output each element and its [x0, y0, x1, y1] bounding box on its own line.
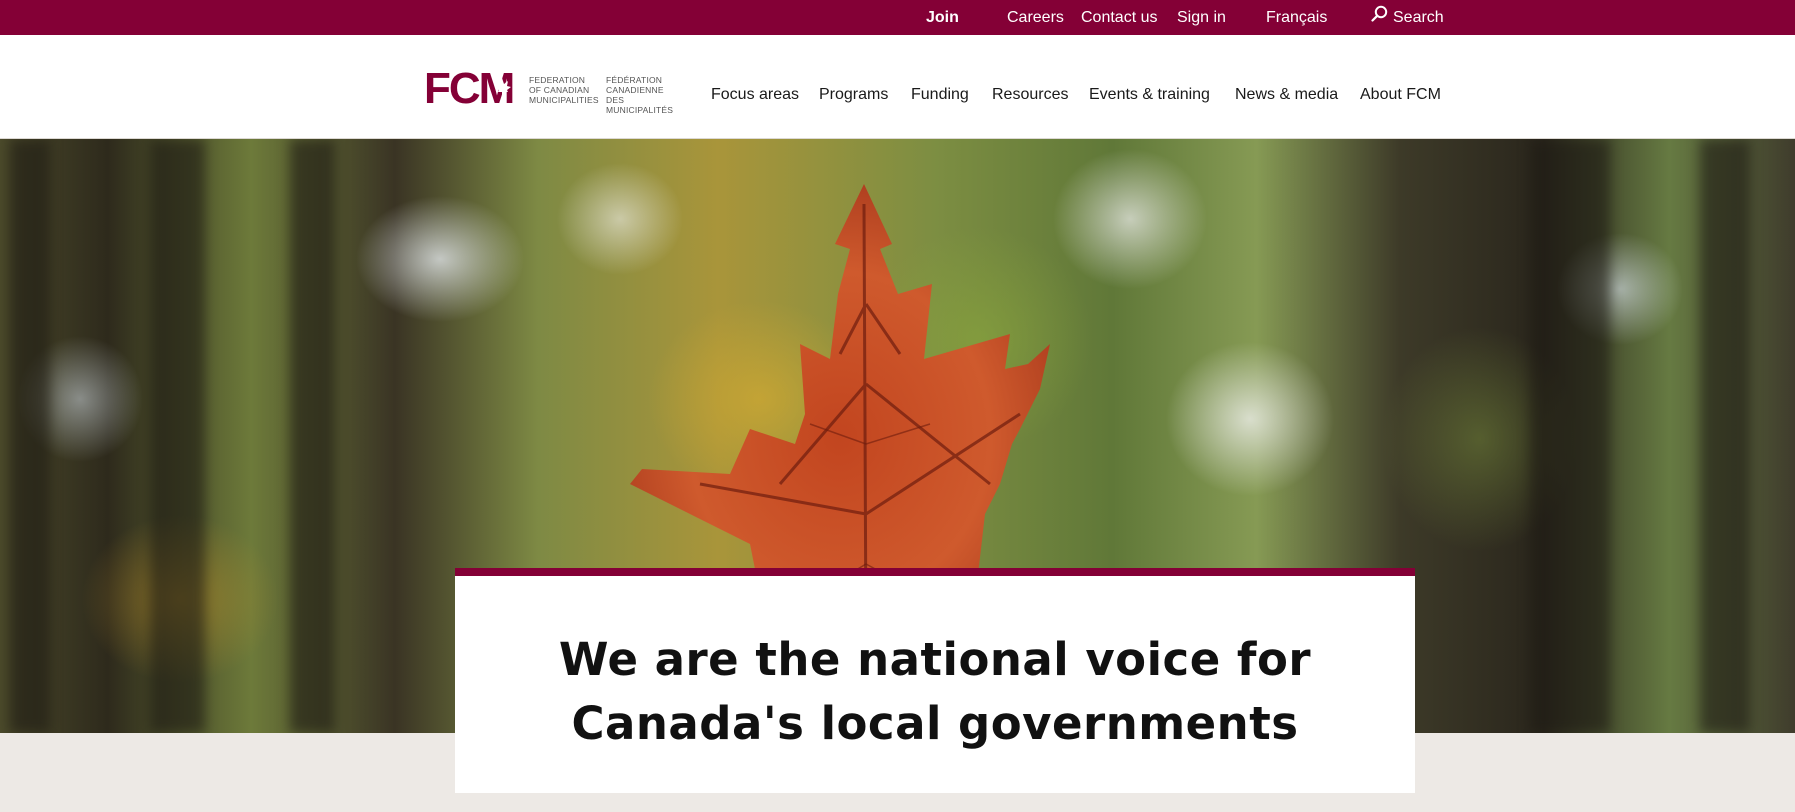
tree-trunk	[290, 139, 335, 733]
sign-in-link[interactable]: Sign in	[1177, 0, 1226, 35]
language-toggle-link[interactable]: Français	[1266, 0, 1327, 35]
tree-trunk	[10, 139, 50, 733]
search-label: Search	[1393, 9, 1444, 26]
nav-item-about-fcm[interactable]: About FCM	[1360, 85, 1441, 105]
hero-headline-line-1: We are the national voice for	[558, 633, 1312, 686]
fcm-logo-mark: FCM	[424, 66, 515, 108]
nav-item-resources[interactable]: Resources	[992, 85, 1068, 105]
tree-trunk	[1530, 139, 1610, 733]
logo-text-english: FEDERATION OF CANADIAN MUNICIPALITIES	[529, 75, 599, 105]
nav-item-news-media[interactable]: News & media	[1235, 85, 1338, 105]
contact-us-link[interactable]: Contact us	[1081, 0, 1157, 35]
nav-item-programs[interactable]: Programs	[819, 85, 888, 105]
hero-headline-card: We are the national voice for Canada's l…	[455, 568, 1415, 793]
hero-headline: We are the national voice for Canada's l…	[455, 628, 1415, 756]
search-button[interactable]: Search	[1371, 0, 1444, 35]
hero-headline-line-2: Canada's local governments	[571, 697, 1299, 750]
nav-item-events-training[interactable]: Events & training	[1089, 85, 1210, 105]
site-header: FCM FEDERATION OF CANADIAN MUNICIPALITIE…	[0, 35, 1795, 139]
logo-text-french: FÉDÉRATION CANADIENNE DES MUNICIPALITÉS	[606, 75, 674, 115]
nav-item-funding[interactable]: Funding	[911, 85, 969, 105]
utility-bar: Join Careers Contact us Sign in Français…	[0, 0, 1795, 35]
search-icon	[1371, 0, 1388, 35]
join-link[interactable]: Join	[926, 0, 959, 35]
tree-trunk	[150, 139, 205, 733]
careers-link[interactable]: Careers	[1007, 0, 1064, 35]
tree-trunk	[1700, 139, 1750, 733]
nav-item-focus-areas[interactable]: Focus areas	[711, 85, 799, 105]
fcm-logo[interactable]: FCM FEDERATION OF CANADIAN MUNICIPALITIE…	[424, 66, 684, 115]
